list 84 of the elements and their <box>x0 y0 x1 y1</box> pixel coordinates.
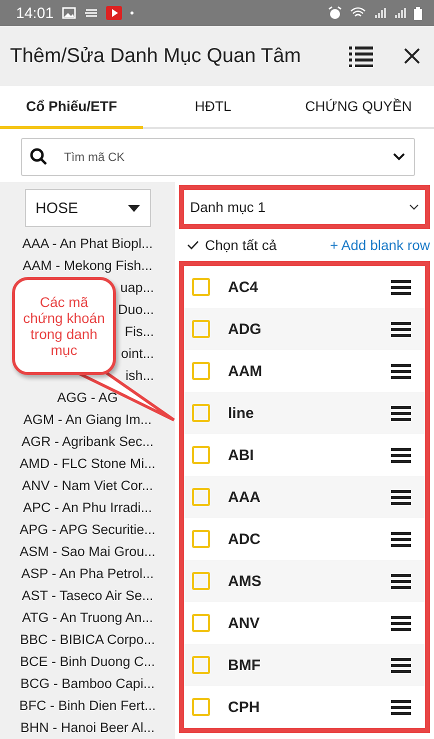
stock-item[interactable]: AGR - Agribank Sec... <box>0 430 175 452</box>
stock-symbol: ADC <box>228 530 262 548</box>
stock-symbol: AAM <box>228 362 264 380</box>
checkbox[interactable] <box>192 404 210 422</box>
drag-handle-icon[interactable] <box>391 406 411 420</box>
stock-symbol: AC4 <box>228 278 260 296</box>
chevron-down-icon <box>409 204 419 210</box>
lines-icon <box>84 7 98 19</box>
chevron-down-icon <box>392 152 406 162</box>
check-icon <box>187 240 199 250</box>
stock-item[interactable]: BFC - Binh Dien Fert... <box>0 694 175 716</box>
stock-item[interactable]: BCE - Binh Duong C... <box>0 650 175 672</box>
stock-item[interactable]: AST - Taseco Air Se... <box>0 584 175 606</box>
drag-handle-icon[interactable] <box>391 322 411 336</box>
drag-handle-icon[interactable] <box>391 700 411 714</box>
checkbox[interactable] <box>192 614 210 632</box>
checkbox[interactable] <box>192 278 210 296</box>
checkbox[interactable] <box>192 698 210 716</box>
stock-item[interactable]: ATG - An Truong An... <box>0 606 175 628</box>
stock-item[interactable]: BHN - Hanoi Beer Al... <box>0 716 175 738</box>
stock-symbol: CPH <box>228 698 261 716</box>
stock-symbol: ANV <box>228 614 261 632</box>
checkbox[interactable] <box>192 572 210 590</box>
search-icon <box>30 148 48 166</box>
exchange-dropdown[interactable]: HOSE <box>24 189 150 227</box>
play-icon <box>106 6 122 20</box>
stock-item[interactable]: ASM - Sao Mai Grou... <box>0 540 175 562</box>
tab[interactable]: Cổ Phiếu/ETF <box>0 86 143 129</box>
select-all-link[interactable]: Chọn tất cả <box>187 237 277 253</box>
dropdown-arrow-icon <box>128 204 140 212</box>
checkbox[interactable] <box>192 530 210 548</box>
stock-symbol: AMS <box>228 572 262 590</box>
checkbox[interactable] <box>192 446 210 464</box>
checkbox[interactable] <box>192 656 210 674</box>
stock-item[interactable]: Duo... <box>118 302 154 316</box>
stock-item[interactable]: oint... <box>120 346 154 360</box>
stock-item[interactable]: ASP - An Pha Petrol... <box>0 562 175 584</box>
stock-item[interactable]: Fis... <box>124 324 154 338</box>
wifi-icon <box>350 7 366 19</box>
stock-item[interactable]: BCG - Bamboo Capi... <box>0 672 175 694</box>
stock-item[interactable]: AAM - Mekong Fish... <box>0 254 175 276</box>
signal-icon <box>374 7 386 19</box>
stock-item[interactable]: BBC - BIBICA Corpo... <box>0 628 175 650</box>
drag-handle-icon[interactable] <box>391 574 411 588</box>
battery-icon <box>414 6 422 20</box>
search-field[interactable]: Tìm mã CK <box>21 138 415 176</box>
close-icon[interactable] <box>404 48 420 64</box>
callout: Các mã chứng khoán trong danh mục <box>12 277 116 375</box>
stock-symbol: ABI <box>228 446 255 464</box>
tab[interactable]: CHỨNG QUYỀN <box>283 86 434 129</box>
drag-handle-icon[interactable] <box>391 280 411 294</box>
stock-item[interactable]: ish... <box>125 368 154 382</box>
image-icon <box>62 7 76 19</box>
add-row-link[interactable]: + Add blank row <box>330 237 430 253</box>
stock-item[interactable]: ANV - Nam Viet Cor... <box>0 474 175 496</box>
stock-symbol: AAA <box>228 488 262 506</box>
stock-item[interactable]: APG - APG Securitie... <box>0 518 175 540</box>
stock-item[interactable]: AGG - AG <box>0 386 175 408</box>
checkbox[interactable] <box>192 362 210 380</box>
dot-icon <box>130 11 134 15</box>
drag-handle-icon[interactable] <box>391 448 411 462</box>
checkbox[interactable] <box>192 488 210 506</box>
drag-handle-icon[interactable] <box>391 364 411 378</box>
stock-item[interactable]: AAA - An Phat Biopl... <box>0 232 175 254</box>
tab[interactable]: HĐTL <box>143 86 283 129</box>
alarm-icon <box>328 6 342 20</box>
signal-icon <box>394 7 406 19</box>
stock-item[interactable]: AGM - An Giang Im... <box>0 408 175 430</box>
screen-title: Thêm/Sửa Danh Mục Quan Tâm <box>10 44 302 68</box>
stock-item[interactable]: uap... <box>120 280 154 294</box>
stock-item[interactable]: AMD - FLC Stone Mi... <box>0 452 175 474</box>
stock-item[interactable]: APC - An Phu Irradi... <box>0 496 175 518</box>
stock-symbol: BMF <box>228 656 262 674</box>
checkbox[interactable] <box>192 320 210 338</box>
status-time: 14:01 <box>16 4 54 22</box>
drag-handle-icon[interactable] <box>391 490 411 504</box>
drag-handle-icon[interactable] <box>391 658 411 672</box>
watchlist-dropdown[interactable]: Danh mục 1 <box>179 185 430 229</box>
stock-symbol: ADG <box>228 320 262 338</box>
drag-handle-icon[interactable] <box>391 532 411 546</box>
search-input[interactable]: Tìm mã CK <box>62 149 378 165</box>
list-icon[interactable] <box>348 45 374 67</box>
stock-symbol: line <box>228 404 255 422</box>
drag-handle-icon[interactable] <box>391 616 411 630</box>
